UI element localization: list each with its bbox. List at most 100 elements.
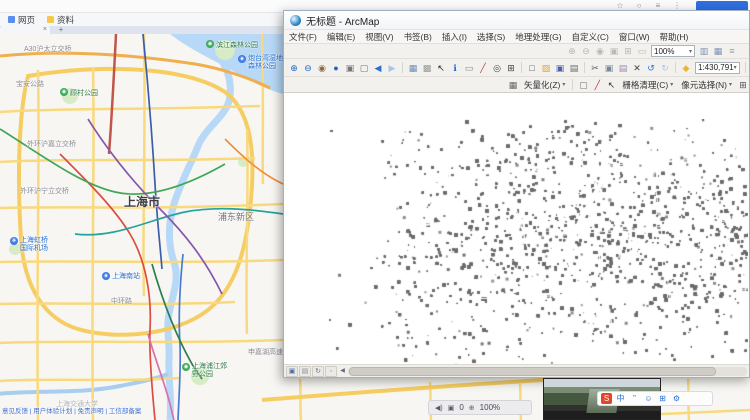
identify-icon[interactable]: ℹ [449, 62, 461, 74]
bookmark-folder[interactable]: 资料 [47, 14, 74, 26]
arcmap-window[interactable]: 无标题 - ArcMap 文件(F)编辑(E)视图(V)书签(B)插入(I)选择… [283, 10, 750, 378]
tab-close-icon[interactable]: × [43, 26, 47, 33]
toggle-draft-mode-icon[interactable]: ▥ [698, 45, 710, 57]
print-icon[interactable]: ▤ [568, 62, 580, 74]
layout-view-button-icon[interactable]: ▤ [299, 366, 311, 377]
sogou-logo-icon[interactable]: S [601, 393, 612, 404]
map-poi-label[interactable]: ♣滨江森林公园 [206, 40, 258, 50]
ime-settings-icon[interactable]: ⚙ [671, 393, 682, 404]
map-station-label[interactable]: ●上海南站 [102, 271, 140, 281]
zoom-in-icon[interactable]: ⊕ [288, 62, 300, 74]
menu-item-5[interactable]: 选择(S) [472, 31, 510, 43]
refresh-view-button-icon[interactable]: ↻ [312, 366, 324, 377]
select-features-icon[interactable]: ▦ [407, 62, 419, 74]
punctuation-mode-icon[interactable]: ” [629, 393, 640, 404]
menu-item-0[interactable]: 文件(F) [284, 31, 322, 43]
recorder-pill[interactable]: ◀) ▣ 0 ⊕ 100% [428, 400, 532, 415]
pause-drawing-button-icon[interactable]: ◦ [325, 366, 337, 377]
measure-icon[interactable]: ╱ [477, 62, 489, 74]
horizontal-scrollbar[interactable] [348, 367, 747, 376]
cut-icon[interactable]: ✂ [589, 62, 601, 74]
focus-data-frame-icon[interactable]: ▦ [712, 45, 724, 57]
find-icon[interactable]: ◎ [491, 62, 503, 74]
open-icon[interactable]: ▨ [540, 62, 552, 74]
menu-item-4[interactable]: 插入(I) [437, 31, 472, 43]
menu-item-6[interactable]: 地理处理(G) [510, 31, 566, 43]
menu-item-3[interactable]: 书签(B) [399, 31, 437, 43]
page-icon [8, 16, 15, 23]
dropdown-caret-icon[interactable]: ▾ [562, 81, 565, 88]
browser-tab[interactable]: × [0, 26, 50, 34]
volume-icon[interactable]: ◀) [435, 404, 443, 412]
camera-icon[interactable]: ▣ [448, 404, 455, 412]
new-map-document-icon[interactable]: □ [526, 62, 538, 74]
map-airport-label[interactable]: ✈上海虹桥国际机场 [10, 237, 50, 253]
fixed-zoom-out-icon[interactable]: ▢ [358, 62, 370, 74]
raster-painting-icon[interactable]: ⊞ [737, 79, 749, 91]
go-to-xy-icon[interactable]: ⊞ [505, 62, 517, 74]
dropdown-caret-icon[interactable]: ▾ [734, 64, 737, 71]
emoji-picker-icon[interactable]: ☺ [643, 393, 654, 404]
toolbar-separator [675, 62, 676, 73]
new-tab-button[interactable]: + [56, 26, 66, 34]
copy-icon[interactable]: ▣ [603, 62, 615, 74]
soft-keyboard-icon[interactable]: ⊞ [657, 393, 668, 404]
raster-cleanup-menu[interactable]: 栅格清理(C)▾ [618, 79, 677, 91]
menu-item-9[interactable]: 帮助(H) [655, 31, 694, 43]
vectorization-snap-icon[interactable]: ▦ [507, 79, 519, 91]
menu-item-8[interactable]: 窗口(W) [614, 31, 655, 43]
map-city-label: 上海市 [124, 193, 160, 210]
ime-toolbar[interactable]: S中”☺⊞⚙ [597, 391, 713, 406]
select-elements-icon[interactable]: ↖ [435, 62, 447, 74]
zoom-icon: ⊕ [469, 404, 475, 412]
arcmap-data-view[interactable] [284, 92, 749, 364]
map-poi-label[interactable]: ●炮台湾湿地森林公园 [238, 55, 286, 71]
map-footer-links[interactable]: 意见反馈 | 用户体验计划 | 免责声明 | 工信部备案 [2, 405, 141, 415]
input-mode-icon[interactable]: 中 [615, 393, 626, 404]
station-icon: ● [102, 272, 110, 280]
select-connected-cells-icon[interactable]: ↖ [605, 79, 617, 91]
zoom-out-icon[interactable]: ⊖ [302, 62, 314, 74]
dropdown-caret-icon[interactable]: ▾ [689, 48, 692, 55]
data-view-button-icon[interactable]: ▣ [286, 366, 298, 377]
arcmap-titlebar[interactable]: 无标题 - ArcMap [284, 11, 749, 29]
bookmark-item[interactable]: 网页 [8, 14, 35, 26]
pan-icon[interactable]: ◉ [316, 62, 328, 74]
add-data-icon[interactable]: ◆ [680, 62, 692, 74]
save-icon[interactable]: ▣ [554, 62, 566, 74]
toolbar-separator [745, 62, 746, 73]
scroll-left-icon[interactable]: ◀ [338, 367, 347, 376]
clear-selected-features-icon[interactable]: ▩ [421, 62, 433, 74]
window-title: 无标题 - ArcMap [306, 13, 379, 28]
delete-icon[interactable]: ✕ [631, 62, 643, 74]
redo-icon[interactable]: ↻ [659, 62, 671, 74]
show-preview-icon[interactable]: ▢ [577, 79, 589, 91]
cell-selection-menu[interactable]: 像元选择(N)▾ [677, 79, 736, 91]
map-scale-combo[interactable]: 1:430,791▾ [695, 62, 740, 74]
plane-icon: ✈ [10, 237, 18, 245]
back-extent-icon[interactable]: ◀ [372, 62, 384, 74]
map-poi-label[interactable]: ♣顾村公园 [60, 88, 98, 98]
vectorization-menu[interactable]: 矢量化(Z)▾ [520, 79, 569, 91]
arcmap-bottom-bar: ▣▤↻◦ ◀ [284, 364, 749, 377]
html-popup-icon[interactable]: ▭ [463, 62, 475, 74]
map-poi-label[interactable]: ♣上海浦江郊野公园 [182, 363, 228, 379]
menu-item-2[interactable]: 视图(V) [360, 31, 398, 43]
layout-zoom-combo[interactable]: 100%▾ [651, 45, 695, 57]
dropdown-caret-icon[interactable]: ▾ [670, 81, 673, 88]
forward-extent-icon[interactable]: ▶ [386, 62, 398, 74]
layout-toolbar: ⊕⊖◉▣⊞▭100%▾▥▦≡ [284, 43, 749, 58]
paste-icon[interactable]: ▤ [617, 62, 629, 74]
menu-item-7[interactable]: 自定义(C) [567, 31, 614, 43]
layout-options-icon[interactable]: ≡ [726, 45, 738, 57]
map-road-label: 宝安公路 [16, 79, 44, 89]
dropdown-caret-icon[interactable]: ▾ [729, 81, 732, 88]
menu-item-1[interactable]: 编辑(E) [322, 31, 360, 43]
arcmap-menubar: 文件(F)编辑(E)视图(V)书签(B)插入(I)选择(S)地理处理(G)自定义… [284, 29, 749, 43]
layout-pan-icon: ◉ [594, 45, 606, 57]
undo-icon[interactable]: ↺ [645, 62, 657, 74]
scrollbar-thumb[interactable] [349, 367, 716, 376]
fixed-zoom-in-icon[interactable]: ▣ [344, 62, 356, 74]
full-extent-icon[interactable]: ● [330, 62, 342, 74]
vectorization-trace-icon[interactable]: ╱ [591, 79, 603, 91]
